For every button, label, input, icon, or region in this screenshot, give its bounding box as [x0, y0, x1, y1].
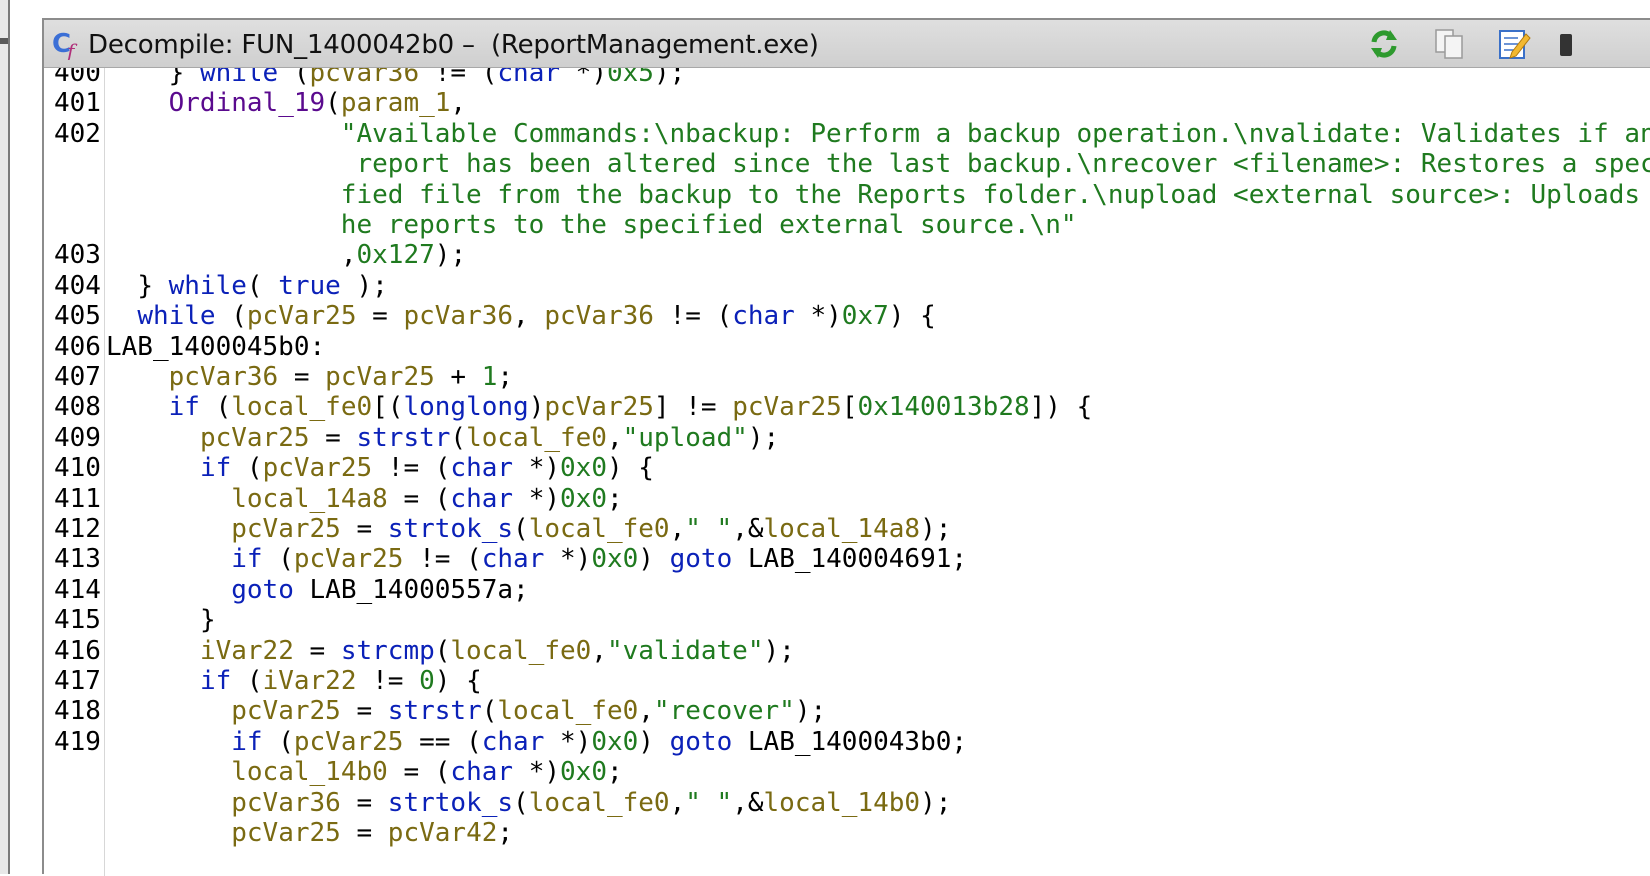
line-number: 418	[54, 696, 101, 727]
code-text[interactable]: fied file from the backup to the Reports…	[106, 179, 1650, 211]
code-text[interactable]: pcVar25 = strstr(local_fe0,"recover");	[106, 695, 826, 727]
code-text[interactable]: if (iVar22 != 0) {	[106, 665, 482, 697]
code-text[interactable]: while (pcVar25 = pcVar36, pcVar36 != (ch…	[106, 300, 935, 332]
code-line[interactable]: 411 local_14a8 = (char *)0x0;	[54, 483, 1650, 515]
panel-titlebar: C f Decompile: FUN_1400042b0 – (ReportMa…	[44, 20, 1650, 68]
code-area[interactable]: 400 } while (pcVar36 != (char *)0x5); 401…	[54, 68, 1650, 876]
code-line[interactable]: 405 while (pcVar25 = pcVar36, pcVar36 !=…	[54, 300, 1650, 332]
code-line[interactable]: pcVar36 = strtok_s(local_fe0," ",&local_…	[106, 787, 1650, 819]
code-text[interactable]: LAB_1400045b0:	[106, 331, 325, 363]
code-line[interactable]: 406 LAB_1400045b0:	[54, 331, 1650, 363]
code-text[interactable]: pcVar25 = strstr(local_fe0,"upload");	[106, 422, 779, 454]
line-number: 415	[54, 605, 101, 636]
line-number: 406	[54, 331, 101, 362]
code-text[interactable]: pcVar36 = strtok_s(local_fe0," ",&local_…	[106, 787, 951, 819]
line-number: 416	[54, 635, 101, 666]
line-number: 409	[54, 422, 101, 453]
code-line[interactable]: 418 pcVar25 = strstr(local_fe0,"recover"…	[54, 695, 1650, 727]
code-text[interactable]: if (pcVar25 != (char *)0x0) goto LAB_140…	[106, 543, 967, 575]
code-text[interactable]: pcVar25 = pcVar42;	[106, 817, 513, 849]
panel-title: Decompile: FUN_1400042b0 – (ReportManage…	[88, 30, 819, 60]
copy-icon[interactable]	[1432, 26, 1468, 62]
code-line[interactable]: 402 "Available Commands:\nbackup: Perfor…	[54, 118, 1650, 150]
line-number: 405	[54, 301, 101, 332]
code-line[interactable]: 409 pcVar25 = strstr(local_fe0,"upload")…	[54, 422, 1650, 454]
code-line[interactable]: 404 } while( true );	[54, 270, 1650, 302]
code-text[interactable]: local_14b0 = (char *)0x0;	[106, 756, 622, 788]
code-text[interactable]: ,0x127);	[106, 239, 466, 271]
code-line[interactable]: 412 pcVar25 = strtok_s(local_fe0," ",&lo…	[54, 513, 1650, 545]
line-number: 404	[54, 270, 101, 301]
outer-top-area	[10, 0, 1650, 18]
line-number: 407	[54, 362, 101, 392]
code-text[interactable]: } while( true );	[106, 270, 388, 302]
code-line[interactable]: 419 if (pcVar25 == (char *)0x0) goto LAB…	[54, 726, 1650, 758]
code-line[interactable]: pcVar25 = pcVar42;	[106, 817, 1650, 849]
code-line[interactable]: 415 }	[54, 604, 1650, 636]
code-line[interactable]: 416 iVar22 = strcmp(local_fe0,"validate"…	[54, 635, 1650, 667]
code-line[interactable]: 417 if (iVar22 != 0) {	[54, 665, 1650, 697]
code-text[interactable]: if (local_fe0[(longlong)pcVar25] != pcVa…	[106, 391, 1093, 423]
code-text[interactable]: Ordinal_19(param_1,	[106, 87, 466, 119]
line-number: 410	[54, 453, 101, 484]
line-number: 411	[54, 483, 101, 514]
decompile-cf-icon: C f	[52, 29, 78, 60]
line-number: 400	[54, 68, 101, 88]
code-line[interactable]: 401 Ordinal_19(param_1,	[54, 87, 1650, 119]
code-line[interactable]: 413 if (pcVar25 != (char *)0x0) goto LAB…	[54, 543, 1650, 575]
code-text[interactable]: }	[106, 604, 216, 636]
code-text[interactable]: } while (pcVar36 != (char *)0x5);	[106, 68, 686, 89]
code-text[interactable]: if (pcVar25 == (char *)0x0) goto LAB_140…	[106, 726, 967, 758]
code-text[interactable]: pcVar25 = strtok_s(local_fe0," ",&local_…	[106, 513, 951, 545]
code-line[interactable]: 403 ,0x127);	[54, 239, 1650, 271]
line-number: 414	[54, 574, 101, 605]
code-line[interactable]: 400 } while (pcVar36 != (char *)0x5);	[54, 68, 1650, 89]
line-number: 408	[54, 392, 101, 423]
code-line[interactable]: 410 if (pcVar25 != (char *)0x0) {	[54, 452, 1650, 484]
code-line[interactable]: 408 if (local_fe0[(longlong)pcVar25] != …	[54, 391, 1650, 423]
code-text[interactable]: iVar22 = strcmp(local_fe0,"validate");	[106, 635, 795, 667]
code-text[interactable]: "Available Commands:\nbackup: Perform a …	[106, 118, 1650, 150]
decompile-panel: C f Decompile: FUN_1400042b0 – (ReportMa…	[42, 18, 1650, 876]
code-line[interactable]: 407 pcVar36 = pcVar25 + 1;	[54, 361, 1650, 393]
line-number: 419	[54, 726, 101, 757]
code-text[interactable]: report has been altered since the last b…	[106, 148, 1650, 180]
code-editor[interactable]: 400 } while (pcVar36 != (char *)0x5); 401…	[44, 68, 1650, 876]
code-text[interactable]: if (pcVar25 != (char *)0x0) {	[106, 452, 654, 484]
code-line[interactable]: he reports to the specified external sou…	[106, 209, 1650, 241]
code-text[interactable]: local_14a8 = (char *)0x0;	[106, 483, 622, 515]
line-number: 412	[54, 514, 101, 544]
svg-text:f: f	[65, 39, 78, 60]
edit-icon[interactable]	[1496, 26, 1532, 62]
code-text[interactable]: goto LAB_14000557a;	[106, 574, 528, 606]
window-edge-tick	[0, 38, 8, 44]
code-line[interactable]: report has been altered since the last b…	[106, 148, 1650, 180]
more-toolbar-icon[interactable]	[1558, 26, 1572, 62]
line-number: 413	[54, 544, 101, 575]
code-line[interactable]: fied file from the backup to the Reports…	[106, 179, 1650, 211]
outer-window-edge	[0, 0, 10, 874]
code-line[interactable]: 414 goto LAB_14000557a;	[54, 574, 1650, 606]
line-number: 403	[54, 240, 101, 271]
line-number: 417	[54, 666, 101, 696]
line-number: 402	[54, 118, 101, 149]
code-text[interactable]: pcVar36 = pcVar25 + 1;	[106, 361, 513, 393]
code-line[interactable]: local_14b0 = (char *)0x0;	[106, 756, 1650, 788]
line-number: 401	[54, 88, 101, 119]
code-text[interactable]: he reports to the specified external sou…	[106, 209, 1077, 241]
refresh-icon[interactable]	[1366, 26, 1402, 62]
